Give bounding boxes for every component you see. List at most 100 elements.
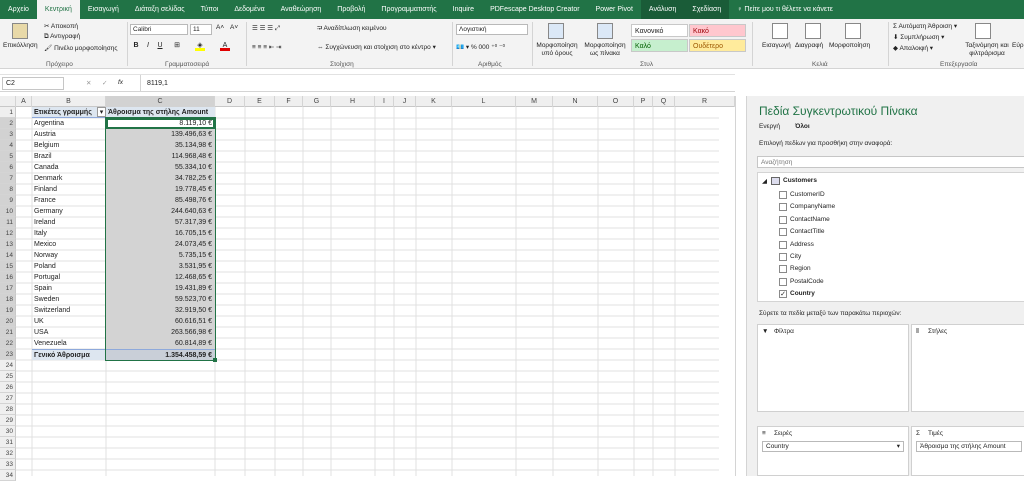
field-label[interactable]: PostalCode: [790, 276, 824, 288]
field-label[interactable]: Address: [790, 239, 814, 251]
sort-filter-icon[interactable]: [975, 23, 991, 39]
col-header-i[interactable]: I: [375, 96, 394, 107]
pivot-row-label[interactable]: France: [32, 195, 106, 206]
field-checkbox[interactable]: [779, 228, 787, 237]
col-header-m[interactable]: M: [516, 96, 553, 107]
grow-font-icon[interactable]: A˄: [216, 24, 224, 31]
pivot-values-header[interactable]: Άθροισμα της στήλης Amount: [106, 107, 215, 118]
pivot-row-label[interactable]: Argentina: [32, 118, 106, 129]
pivot-row-label[interactable]: Denmark: [32, 173, 106, 184]
pivot-value-cell[interactable]: 60.814,89 €: [106, 338, 215, 349]
pivot-row-label[interactable]: Brazil: [32, 151, 106, 162]
font-size-combo[interactable]: 11: [190, 24, 212, 35]
tab-file[interactable]: Αρχείο: [0, 0, 37, 19]
field-checkbox[interactable]: [779, 203, 787, 212]
align-icons-bottom[interactable]: ≡ ≡ ≡ ⇤ ⇥: [252, 43, 282, 51]
field-checkbox[interactable]: [779, 240, 787, 249]
tab-all[interactable]: Όλοι: [795, 123, 810, 130]
find-select-button[interactable]: Εύρ: [1012, 42, 1024, 49]
delete-cells-button[interactable]: Διαγραφή: [795, 42, 823, 49]
formula-input[interactable]: 8119,1: [140, 75, 735, 92]
pivot-value-cell[interactable]: 3.531,95 €: [106, 261, 215, 272]
cut-button[interactable]: ✂ Αποκοπή: [44, 22, 78, 30]
tab-inquire[interactable]: Inquire: [445, 0, 482, 19]
col-header-g[interactable]: G: [303, 96, 331, 107]
tab-analyze[interactable]: Ανάλυση: [640, 0, 685, 19]
col-header-r[interactable]: R: [675, 96, 735, 107]
filter-dropdown-icon[interactable]: ▾: [97, 107, 106, 117]
format-table-button[interactable]: Μορφοποίηση ως πίνακα: [582, 42, 628, 58]
field-checkbox[interactable]: ✓: [779, 290, 787, 299]
tell-me-box[interactable]: ♀ Πείτε μου τι θέλετε να κάνετε: [729, 0, 841, 19]
col-header-n[interactable]: N: [553, 96, 598, 107]
tab-formulas[interactable]: Τύποι: [193, 0, 227, 19]
pivot-value-cell[interactable]: 35.134,98 €: [106, 140, 215, 151]
fill-handle[interactable]: [213, 358, 217, 362]
insert-cells-icon[interactable]: [772, 23, 788, 39]
font-name-combo[interactable]: Calibri: [130, 24, 188, 35]
col-header-h[interactable]: H: [331, 96, 375, 107]
col-header-b[interactable]: B: [32, 96, 106, 107]
insert-cells-button[interactable]: Εισαγωγή: [762, 42, 791, 49]
pivot-row-label[interactable]: Belgium: [32, 140, 106, 151]
pivot-row-label[interactable]: Canada: [32, 162, 106, 173]
field-label[interactable]: Region: [790, 263, 811, 275]
rows-item[interactable]: Country ▾: [762, 441, 904, 452]
select-all-corner[interactable]: [0, 96, 16, 107]
tab-insert[interactable]: Εισαγωγή: [80, 0, 127, 19]
pivot-value-cell[interactable]: 19.778,45 €: [106, 184, 215, 195]
pivot-row-label[interactable]: Germany: [32, 206, 106, 217]
expand-icon[interactable]: ◢: [762, 177, 767, 185]
pivot-row-label[interactable]: Portugal: [32, 272, 106, 283]
tab-power-pivot[interactable]: Power Pivot: [588, 0, 641, 19]
grand-total-label[interactable]: Γενικό Άθροισμα: [32, 349, 106, 360]
tab-home[interactable]: Κεντρική: [36, 0, 80, 19]
shrink-font-icon[interactable]: A˅: [230, 24, 238, 31]
col-header-l[interactable]: L: [452, 96, 516, 107]
pivot-value-cell[interactable]: 12.468,65 €: [106, 272, 215, 283]
number-format-combo[interactable]: Λογιστική: [456, 24, 528, 35]
field-label[interactable]: ContactTitle: [790, 226, 824, 238]
pivot-row-label[interactable]: Norway: [32, 250, 106, 261]
copy-button[interactable]: ⧉ Αντιγραφή: [44, 33, 80, 41]
bold-icon[interactable]: B: [131, 41, 141, 51]
field-search-input[interactable]: Αναζήτηση: [757, 156, 1024, 168]
pivot-value-cell[interactable]: 139.496,63 €: [106, 129, 215, 140]
pivot-value-cell[interactable]: 244.640,63 €: [106, 206, 215, 217]
tab-view[interactable]: Προβολή: [329, 0, 373, 19]
pivot-value-cell[interactable]: 59.523,70 €: [106, 294, 215, 305]
tab-active[interactable]: Ενεργή: [759, 123, 780, 130]
pivot-row-label[interactable]: USA: [32, 327, 106, 338]
rows-area[interactable]: ≡ Σειρές Country ▾: [757, 426, 909, 476]
col-header-o[interactable]: O: [598, 96, 634, 107]
pivot-value-cell[interactable]: 24.073,45 €: [106, 239, 215, 250]
field-label[interactable]: CompanyName: [790, 201, 835, 213]
values-item[interactable]: Άθροισμα της στήλης Amount: [916, 441, 1022, 452]
borders-icon[interactable]: ⊞: [172, 41, 182, 51]
pivot-row-label[interactable]: Spain: [32, 283, 106, 294]
pivot-value-cell[interactable]: 34.782,25 €: [106, 173, 215, 184]
pivot-row-label[interactable]: Ireland: [32, 217, 106, 228]
pivot-value-cell[interactable]: 8.119,10 €: [106, 118, 215, 129]
pivot-row-label[interactable]: Finland: [32, 184, 106, 195]
pivot-value-cell[interactable]: 263.566,98 €: [106, 327, 215, 338]
format-cells-icon[interactable]: [845, 23, 861, 39]
font-color-icon[interactable]: A: [220, 41, 230, 51]
field-checkbox[interactable]: [779, 191, 787, 199]
paste-icon[interactable]: [12, 23, 28, 39]
col-header-p[interactable]: P: [634, 96, 653, 107]
field-label[interactable]: City: [790, 251, 801, 263]
pivot-row-labels-header[interactable]: Ετικέτες γραμμής: [32, 107, 106, 118]
pivot-value-cell[interactable]: 60.616,51 €: [106, 316, 215, 327]
col-header-q[interactable]: Q: [653, 96, 675, 107]
format-cells-button[interactable]: Μορφοποίηση: [829, 42, 870, 49]
fill-button[interactable]: ⬇ Συμπλήρωση ▾: [893, 33, 944, 41]
field-checkbox[interactable]: [779, 215, 787, 224]
sort-filter-button[interactable]: Ταξινόμηση και φιλτράρισμα: [962, 42, 1012, 58]
field-checkbox[interactable]: [779, 265, 787, 274]
col-header-a[interactable]: A: [16, 96, 32, 107]
cond-format-icon[interactable]: [548, 23, 564, 39]
columns-area[interactable]: ⦀ Στήλες: [911, 324, 1024, 412]
style-neutral[interactable]: Ουδέτερο: [689, 39, 746, 52]
italic-icon[interactable]: I: [143, 41, 153, 51]
